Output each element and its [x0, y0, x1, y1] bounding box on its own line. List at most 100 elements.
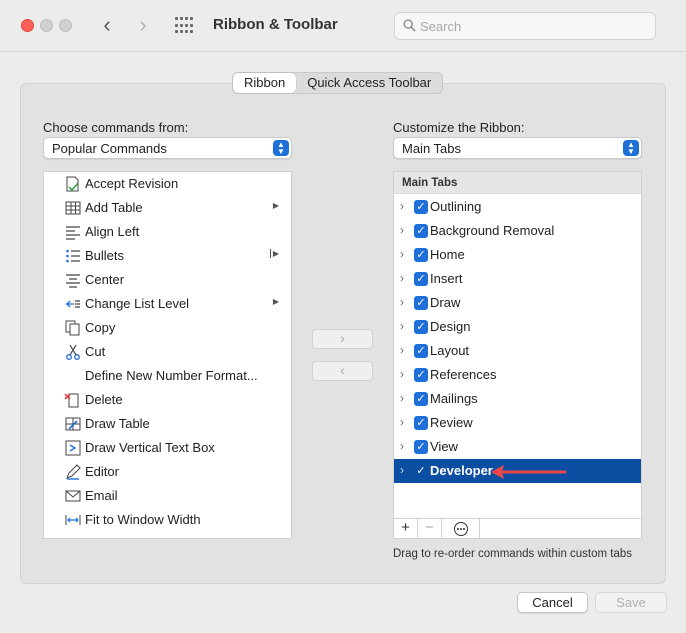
cancel-button[interactable]: Cancel [517, 592, 588, 613]
list-item[interactable]: Delete [44, 388, 291, 412]
tab-checkbox[interactable]: ✓ [414, 200, 428, 214]
tab-quick-access-toolbar[interactable]: Quick Access Toolbar [296, 73, 442, 93]
save-button[interactable]: Save [595, 592, 667, 613]
disclosure-chevron-icon[interactable]: › [400, 295, 404, 309]
command-label: Copy [85, 320, 116, 335]
command-label: Center [85, 272, 125, 287]
list-item[interactable]: Center [44, 268, 291, 292]
tab-row-outlining[interactable]: › ✓ Outlining [394, 195, 641, 219]
disclosure-chevron-icon[interactable]: › [400, 415, 404, 429]
command-label: Align Left [85, 224, 140, 239]
ribbon-tabs-popup[interactable]: Main Tabs ▲ ▼ [393, 137, 642, 159]
tab-row-label: Background Removal [430, 223, 555, 238]
tab-checkbox[interactable]: ✓ [414, 320, 428, 334]
tab-checkbox[interactable]: ✓ [414, 464, 428, 478]
list-item[interactable]: Copy [44, 316, 291, 340]
command-label: Editor [85, 464, 119, 479]
search-field[interactable] [394, 12, 656, 40]
list-item[interactable]: Editor [44, 460, 291, 484]
tab-row-home[interactable]: › ✓ Home [394, 243, 641, 267]
tab-row-label: Mailings [430, 391, 478, 406]
back-chevron-icon[interactable]: ‹ [96, 14, 118, 38]
list-item[interactable]: Cut [44, 340, 291, 364]
popup-arrows-icon: ▲ ▼ [273, 140, 289, 156]
disclosure-chevron-icon[interactable]: › [400, 463, 404, 477]
list-item[interactable]: Define New Number Format... [44, 364, 291, 388]
search-input[interactable] [420, 17, 645, 35]
tab-row-design[interactable]: › ✓ Design [394, 315, 641, 339]
tree-toolbar: + − [393, 519, 642, 539]
vertical-textbox-icon [65, 440, 81, 456]
tab-checkbox[interactable]: ✓ [414, 296, 428, 310]
tab-row-layout[interactable]: › ✓ Layout [394, 339, 641, 363]
tab-row-references[interactable]: › ✓ References [394, 363, 641, 387]
more-options-button[interactable] [442, 519, 480, 538]
tab-row-label: View [430, 439, 458, 454]
reorder-hint: Drag to re-order commands within custom … [393, 548, 633, 560]
disclosure-chevron-icon[interactable]: › [400, 439, 404, 453]
tab-ribbon[interactable]: Ribbon [233, 73, 297, 93]
list-item[interactable]: Change List Level ▶ [44, 292, 291, 316]
tab-row-review[interactable]: › ✓ Review [394, 411, 641, 435]
tab-row-label: Review [430, 415, 473, 430]
tab-row-label: Home [430, 247, 465, 262]
disclosure-chevron-icon[interactable]: › [400, 247, 404, 261]
tree-header-label: Main Tabs [402, 177, 458, 189]
show-all-grid-icon[interactable] [175, 17, 195, 35]
command-label: Add Table [85, 200, 143, 215]
tab-checkbox[interactable]: ✓ [414, 344, 428, 358]
list-item[interactable]: Draw Table [44, 412, 291, 436]
command-label: Change List Level [85, 296, 190, 311]
disclosure-chevron-icon[interactable]: › [400, 343, 404, 357]
list-item[interactable]: Accept Revision [44, 172, 291, 196]
view-segmented-control: Ribbon Quick Access Toolbar [232, 72, 444, 94]
tab-checkbox[interactable]: ✓ [414, 272, 428, 286]
disclosure-chevron-icon[interactable]: › [400, 319, 404, 333]
ellipsis-circle-icon [453, 522, 468, 536]
zoom-window-button[interactable] [59, 19, 72, 32]
disclosure-chevron-icon[interactable]: › [400, 223, 404, 237]
draw-table-icon [65, 417, 81, 431]
tab-row-background-removal[interactable]: › ✓ Background Removal [394, 219, 641, 243]
remove-from-ribbon-button[interactable]: ‹ [312, 361, 373, 381]
search-icon [403, 19, 416, 32]
tab-checkbox[interactable]: ✓ [414, 416, 428, 430]
disclosure-chevron-icon[interactable]: › [400, 271, 404, 285]
disclosure-chevron-icon[interactable]: › [400, 391, 404, 405]
close-window-button[interactable] [21, 19, 34, 32]
add-to-ribbon-button[interactable]: › [312, 329, 373, 349]
tab-checkbox[interactable]: ✓ [414, 440, 428, 454]
tab-row-label: Developer [430, 463, 493, 478]
commands-list[interactable]: Accept Revision Add Table ▶ Align Left B… [43, 171, 292, 539]
tab-row-label: Outlining [430, 199, 482, 214]
add-tab-button[interactable]: + [394, 519, 418, 538]
customize-ribbon-label: Customize the Ribbon: [393, 120, 525, 135]
list-item[interactable]: Email [44, 484, 291, 508]
tab-row-mailings[interactable]: › ✓ Mailings [394, 387, 641, 411]
tab-row-label: Insert [430, 271, 463, 286]
command-label: Bullets [85, 248, 125, 263]
tab-checkbox[interactable]: ✓ [414, 368, 428, 382]
commands-source-popup[interactable]: Popular Commands ▲ ▼ [43, 137, 292, 159]
tab-checkbox[interactable]: ✓ [414, 224, 428, 238]
title-bar: ‹ › Ribbon & Toolbar [0, 0, 686, 52]
list-item[interactable]: Align Left [44, 220, 291, 244]
tab-row-label: References [430, 367, 497, 382]
command-label: Draw Vertical Text Box [85, 440, 215, 455]
tab-row-draw[interactable]: › ✓ Draw [394, 291, 641, 315]
tab-row-insert[interactable]: › ✓ Insert [394, 267, 641, 291]
tab-row-label: Layout [430, 343, 470, 358]
disclosure-chevron-icon[interactable]: › [400, 367, 404, 381]
disclosure-chevron-icon[interactable]: › [400, 199, 404, 213]
minimize-window-button[interactable] [40, 19, 53, 32]
remove-tab-button[interactable]: − [418, 519, 442, 538]
list-item[interactable]: Draw Vertical Text Box [44, 436, 291, 460]
tab-checkbox[interactable]: ✓ [414, 248, 428, 262]
command-label: Email [85, 488, 118, 503]
list-item[interactable]: Fit to Window Width [44, 508, 291, 532]
forward-chevron-icon[interactable]: › [132, 14, 154, 38]
tab-row-view[interactable]: › ✓ View [394, 435, 641, 459]
tab-checkbox[interactable]: ✓ [414, 392, 428, 406]
list-item[interactable]: Add Table ▶ [44, 196, 291, 220]
list-item[interactable]: Bullets ▶ [44, 244, 291, 268]
